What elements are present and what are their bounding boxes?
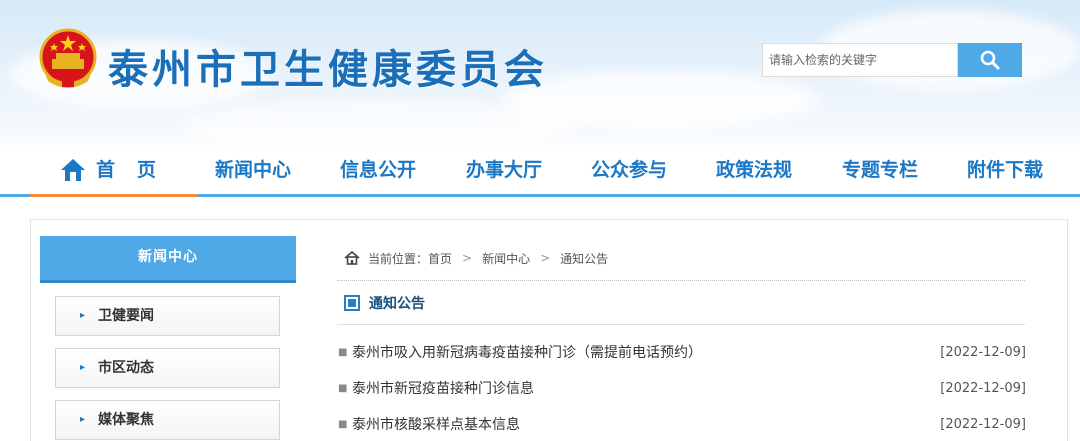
nav-item-downloads[interactable]: 附件下载 (967, 150, 1043, 190)
nav-item-home[interactable]: 首页 (60, 150, 200, 190)
square-icon (344, 295, 360, 311)
news-date: [2022-12-09] (940, 345, 1026, 360)
sidebar-item-media-focus[interactable]: ▸ 媒体聚焦 (55, 400, 280, 440)
chevron-right-icon: > (462, 251, 473, 265)
chevron-right-icon: > (540, 251, 551, 265)
national-emblem-icon (39, 28, 97, 88)
nav-item-policies[interactable]: 政策法规 (716, 150, 792, 190)
home-icon (344, 251, 360, 265)
breadcrumb-current: 通知公告 (560, 251, 609, 266)
section-title: 通知公告 (369, 296, 425, 312)
nav-item-public-participation[interactable]: 公众参与 (591, 150, 667, 190)
bullet-icon: ▸ (80, 414, 86, 425)
sidebar-item-label: 市区动态 (98, 360, 154, 376)
breadcrumb: 当前位置： 首页 > 新闻中心 > 通知公告 (344, 249, 608, 267)
news-date: [2022-12-09] (940, 381, 1026, 396)
bullet-icon: ■ (338, 383, 348, 394)
sidebar-heading-shadow (40, 280, 296, 283)
list-item[interactable]: ■ 泰州市核酸采样点基本信息 [2022-12-09] (338, 414, 1026, 436)
list-item[interactable]: ■ 泰州市新冠疫苗接种门诊信息 [2022-12-09] (338, 378, 1026, 400)
sidebar-item-city-updates[interactable]: ▸ 市区动态 (55, 348, 280, 388)
breadcrumb-link-news[interactable]: 新闻中心 (482, 250, 530, 267)
section-heading: 通知公告 (344, 293, 425, 313)
news-title[interactable]: 泰州市新冠疫苗接种门诊信息 (352, 378, 534, 400)
bullet-icon: ■ (338, 347, 348, 358)
site-title: 泰州市卫生健康委员会 (108, 47, 548, 93)
home-icon (61, 159, 85, 181)
search-box[interactable] (762, 43, 958, 77)
search-icon (980, 50, 1000, 70)
list-item[interactable]: ■ 泰州市吸入用新冠病毒疫苗接种门诊（需提前电话预约） [2022-12-09] (338, 342, 1026, 364)
nav-item-label: 首页 (96, 159, 179, 181)
sidebar-item-label: 媒体聚焦 (98, 412, 154, 428)
nav-item-special-topics[interactable]: 专题专栏 (842, 150, 918, 190)
sidebar-item-health-news[interactable]: ▸ 卫健要闻 (55, 296, 280, 336)
bullet-icon: ▸ (80, 362, 86, 373)
nav-active-indicator (30, 194, 198, 197)
nav-item-news[interactable]: 新闻中心 (215, 150, 291, 190)
sidebar-heading: 新闻中心 (40, 236, 296, 282)
breadcrumb-link-home[interactable]: 首页 (428, 250, 452, 267)
divider (337, 280, 1025, 281)
news-title[interactable]: 泰州市吸入用新冠病毒疫苗接种门诊（需提前电话预约） (352, 342, 702, 364)
news-date: [2022-12-09] (940, 417, 1026, 432)
search-input[interactable] (763, 44, 957, 76)
divider (337, 324, 1025, 325)
search-button[interactable] (958, 43, 1022, 77)
breadcrumb-prefix: 当前位置： (368, 251, 429, 266)
sidebar-item-label: 卫健要闻 (98, 308, 154, 324)
bullet-icon: ■ (338, 419, 348, 430)
news-title[interactable]: 泰州市核酸采样点基本信息 (352, 414, 520, 436)
bullet-icon: ▸ (80, 310, 86, 321)
nav-item-service-hall[interactable]: 办事大厅 (466, 150, 542, 190)
nav-item-info-disclosure[interactable]: 信息公开 (340, 150, 416, 190)
